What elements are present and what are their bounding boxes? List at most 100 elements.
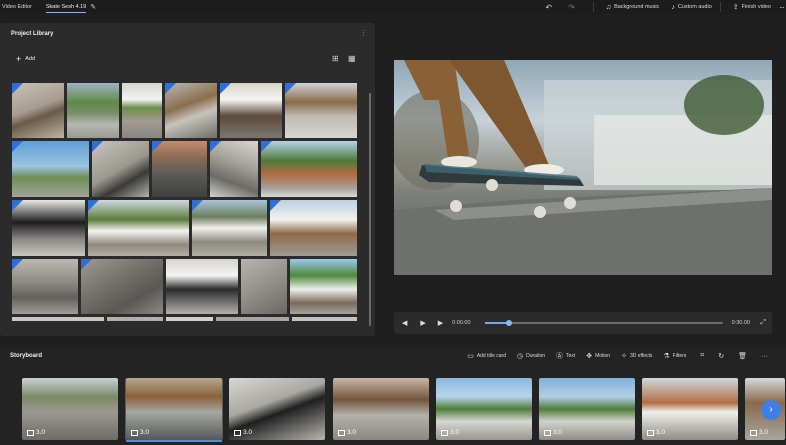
seek-handle[interactable] bbox=[505, 320, 512, 326]
finish-video-button[interactable]: ⇪ Finish video bbox=[733, 3, 771, 11]
storyboard-more-icon[interactable]: ··· bbox=[761, 353, 768, 360]
media-thumbnail[interactable] bbox=[81, 259, 163, 314]
play-icon[interactable]: ▶ bbox=[420, 319, 425, 327]
media-thumbnail[interactable] bbox=[67, 83, 119, 138]
export-icon: ⇪ bbox=[732, 4, 739, 11]
next-frame-icon[interactable]: ▶ bbox=[438, 319, 443, 327]
media-thumbnail[interactable] bbox=[88, 200, 189, 256]
in-use-marker bbox=[12, 259, 23, 270]
clip-duration: 3.0 bbox=[750, 429, 768, 436]
in-use-marker bbox=[165, 83, 176, 94]
medium-grid-view-icon[interactable]: ⊞ bbox=[332, 54, 339, 63]
text-button[interactable]: Ⓐ Text bbox=[556, 351, 575, 361]
media-thumbnail[interactable] bbox=[107, 317, 163, 321]
media-thumbnail[interactable] bbox=[216, 317, 289, 321]
media-thumbnail[interactable] bbox=[220, 83, 282, 138]
library-more-icon[interactable]: ⋮ bbox=[360, 29, 367, 37]
custom-audio-label: Custom audio bbox=[677, 4, 712, 10]
filters-button[interactable]: ⚗ Filters bbox=[663, 352, 686, 360]
clip-duration: 3.0 bbox=[338, 429, 356, 436]
storyboard-clips: 3.0 3.0 3.0 3.0 3.0 3.0 3.0 3.0 bbox=[22, 378, 786, 442]
filter-icon: ⚗ bbox=[663, 353, 670, 360]
clip-image-icon bbox=[338, 429, 345, 436]
media-thumbnail[interactable] bbox=[92, 141, 149, 197]
storyboard-clip[interactable]: 3.0 bbox=[125, 378, 223, 441]
video-preview[interactable] bbox=[394, 60, 772, 275]
library-title: Project Library bbox=[11, 31, 54, 37]
preview-frame bbox=[394, 60, 772, 275]
clip-duration: 3.0 bbox=[27, 429, 45, 436]
storyboard-clip[interactable]: 3.0 bbox=[333, 378, 429, 440]
title-bar: Video Editor Skate Sesh 4.19 ✎ ↶ ↷ ♫ Bac… bbox=[0, 0, 786, 14]
media-thumbnail[interactable] bbox=[166, 259, 238, 314]
in-use-marker bbox=[270, 200, 281, 211]
scroll-right-icon[interactable]: › bbox=[761, 400, 781, 420]
media-thumbnail[interactable] bbox=[166, 317, 213, 321]
media-thumbnail[interactable] bbox=[285, 83, 357, 138]
media-thumbnail[interactable] bbox=[292, 317, 357, 321]
library-scrollbar[interactable] bbox=[369, 93, 371, 326]
media-thumbnail[interactable] bbox=[12, 200, 85, 256]
storyboard-clip[interactable]: 3.0 bbox=[229, 378, 325, 440]
rename-pencil-icon[interactable]: ✎ bbox=[90, 3, 96, 11]
duration-button[interactable]: ◷ Duration bbox=[517, 352, 545, 360]
motion-button[interactable]: ✥ Motion bbox=[586, 352, 610, 360]
project-name[interactable]: Skate Sesh 4.19 bbox=[45, 4, 87, 13]
storyboard-clip[interactable]: 3.0 bbox=[436, 378, 532, 440]
media-thumbnail[interactable] bbox=[210, 141, 258, 197]
media-thumbnail[interactable] bbox=[12, 317, 104, 321]
add-title-card-button[interactable]: ▭ Add title card bbox=[467, 352, 506, 360]
small-grid-view-icon[interactable]: ▦ bbox=[348, 54, 356, 63]
redo-icon[interactable]: ↷ bbox=[568, 3, 575, 12]
add-label: Add bbox=[25, 56, 36, 62]
custom-audio-button[interactable]: ♪ Custom audio bbox=[671, 4, 711, 11]
fullscreen-icon[interactable]: ⤢ bbox=[760, 319, 766, 327]
clip-duration: 3.0 bbox=[234, 429, 252, 436]
media-thumbnail[interactable] bbox=[192, 200, 267, 256]
in-use-marker bbox=[285, 83, 296, 94]
clip-image-icon bbox=[27, 429, 34, 436]
more-options-icon[interactable]: ··· bbox=[779, 3, 785, 12]
background-music-button[interactable]: ♫ Background music bbox=[606, 4, 660, 11]
music-note-icon: ♫ bbox=[605, 3, 612, 11]
clip-duration: 3.0 bbox=[131, 429, 149, 436]
in-use-marker bbox=[220, 83, 231, 94]
storyboard-clip[interactable]: 3.0 bbox=[642, 378, 738, 440]
previous-frame-icon[interactable]: ◀ bbox=[402, 319, 407, 327]
motion-label: Motion bbox=[595, 353, 611, 359]
storyboard-clip[interactable]: 3.0 bbox=[539, 378, 635, 440]
in-use-marker bbox=[192, 200, 203, 211]
seek-bar[interactable] bbox=[485, 320, 723, 326]
playback-controls: ◀ ▶ ▶ 0:00.00 0:30.00 ⤢ bbox=[394, 312, 772, 334]
rotate-icon[interactable]: ↻ bbox=[718, 352, 724, 360]
media-thumbnail[interactable] bbox=[165, 83, 217, 138]
media-thumbnail[interactable] bbox=[152, 141, 207, 197]
delete-icon[interactable]: 🗑 bbox=[738, 352, 747, 360]
media-thumbnail[interactable] bbox=[12, 259, 78, 314]
media-thumbnail[interactable] bbox=[241, 259, 287, 314]
media-thumbnail[interactable] bbox=[261, 141, 357, 197]
clock-icon: ◷ bbox=[517, 353, 524, 360]
media-thumbnail[interactable] bbox=[290, 259, 357, 314]
add-media-button[interactable]: + Add bbox=[16, 54, 35, 64]
storyboard-title: Storyboard bbox=[10, 353, 43, 359]
media-thumbnail[interactable] bbox=[270, 200, 357, 256]
storyboard-clip[interactable]: 3.0 bbox=[22, 378, 118, 440]
undo-icon[interactable]: ↶ bbox=[545, 3, 552, 12]
title-card-icon: ▭ bbox=[467, 353, 474, 360]
clip-image-icon bbox=[750, 429, 757, 436]
selected-clip-indicator bbox=[126, 440, 222, 442]
motion-icon: ✥ bbox=[586, 353, 593, 360]
3d-effects-button[interactable]: ✧ 3D effects bbox=[621, 352, 652, 360]
toolbar-divider bbox=[592, 2, 594, 12]
in-use-marker bbox=[12, 83, 23, 94]
crop-icon[interactable]: ⌗ bbox=[700, 352, 704, 360]
text-label: Text bbox=[566, 353, 576, 359]
in-use-marker bbox=[88, 200, 99, 211]
media-thumbnail[interactable] bbox=[122, 83, 162, 138]
media-thumbnail[interactable] bbox=[12, 141, 89, 197]
in-use-marker bbox=[152, 141, 163, 152]
media-thumbnail[interactable] bbox=[12, 83, 64, 138]
clip-image-icon bbox=[544, 429, 551, 436]
in-use-marker bbox=[81, 259, 92, 270]
